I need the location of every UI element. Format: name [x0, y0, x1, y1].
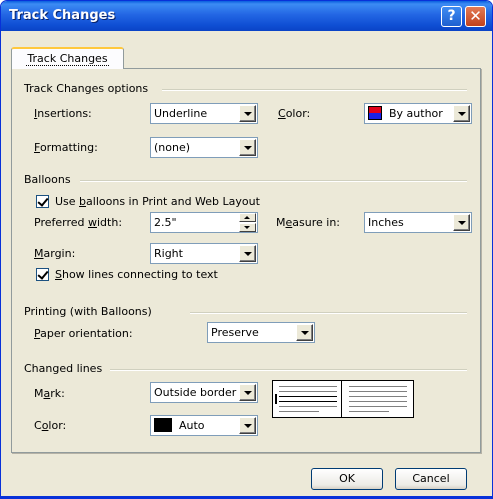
mark-value: Outside border — [154, 386, 237, 399]
color-value: By author — [389, 107, 443, 120]
margin-select[interactable]: Right — [150, 243, 258, 264]
line-color-select[interactable]: Auto — [150, 415, 258, 436]
chevron-down-icon[interactable] — [453, 105, 470, 122]
help-button[interactable]: ? — [441, 6, 462, 27]
chevron-down-icon[interactable] — [239, 139, 256, 156]
measure-in-value: Inches — [368, 216, 404, 229]
cancel-button[interactable]: Cancel — [395, 468, 467, 490]
change-bar-mark — [275, 394, 277, 404]
use-balloons-checkbox[interactable] — [36, 195, 49, 208]
ok-button[interactable]: OK — [311, 468, 383, 490]
cancel-button-label: Cancel — [412, 472, 450, 485]
margin-value: Right — [154, 247, 183, 260]
balloons-heading: Balloons — [24, 173, 71, 186]
insertions-label: Insertions: — [34, 107, 92, 120]
chevron-down-icon[interactable] — [239, 105, 256, 122]
paper-orientation-select[interactable]: Preserve — [207, 322, 315, 343]
chevron-down-icon[interactable] — [239, 245, 256, 262]
insertions-select[interactable]: Underline — [150, 103, 258, 124]
spin-up-icon[interactable] — [239, 213, 256, 222]
paper-orientation-value: Preserve — [211, 326, 259, 339]
preview-divider — [341, 381, 342, 417]
margin-label: Margin: — [34, 247, 76, 260]
preferred-width-label: Preferred width: — [34, 216, 123, 229]
track-options-heading: Track Changes options — [24, 82, 149, 95]
track-options-divider — [162, 89, 467, 91]
line-color-label: Color: — [34, 419, 67, 432]
chevron-down-icon[interactable] — [296, 324, 313, 341]
close-icon: ✕ — [469, 7, 482, 25]
printing-heading: Printing (with Balloons) — [24, 305, 152, 318]
window-title: Track Changes — [9, 8, 116, 23]
preferred-width-value: 2.5" — [154, 216, 177, 229]
mark-label: Mark: — [34, 387, 65, 400]
help-icon: ? — [447, 8, 456, 24]
printing-divider — [190, 312, 467, 314]
color-swatch-icon — [368, 106, 382, 120]
auto-color-swatch-icon — [154, 418, 172, 432]
insertions-value: Underline — [154, 107, 208, 120]
tab-track-changes[interactable]: Track Changes — [11, 47, 124, 69]
track-changes-dialog: Track Changes ? ✕ Track Changes Track Ch… — [0, 0, 493, 499]
preview-page-left — [275, 383, 341, 415]
paper-orientation-label: Paper orientation: — [34, 327, 133, 340]
window-bottom-border — [1, 496, 492, 498]
color-label: Color: — [278, 107, 311, 120]
preferred-width-spinner[interactable]: 2.5" — [150, 212, 258, 233]
chevron-down-icon[interactable] — [239, 417, 256, 434]
mark-select[interactable]: Outside border — [150, 382, 258, 403]
formatting-label: Formatting: — [34, 141, 98, 154]
measure-in-select[interactable]: Inches — [364, 212, 472, 233]
ok-button-label: OK — [339, 472, 355, 485]
changed-lines-preview — [272, 380, 414, 418]
tab-label: Track Changes — [26, 52, 109, 66]
changed-lines-divider — [110, 369, 467, 371]
measure-in-label: Measure in: — [276, 216, 341, 229]
formatting-select[interactable]: (none) — [150, 137, 258, 158]
title-bar[interactable]: Track Changes ? ✕ — [1, 1, 492, 31]
spin-down-icon[interactable] — [239, 223, 256, 232]
balloons-divider — [80, 180, 467, 182]
preview-page-right — [345, 383, 411, 415]
use-balloons-label[interactable]: Use balloons in Print and Web Layout — [55, 195, 260, 208]
show-lines-checkbox[interactable] — [36, 268, 49, 281]
chevron-down-icon[interactable] — [453, 214, 470, 231]
formatting-value: (none) — [154, 141, 191, 154]
show-lines-label[interactable]: Show lines connecting to text — [55, 268, 218, 281]
line-color-value: Auto — [179, 419, 205, 432]
close-button[interactable]: ✕ — [465, 6, 486, 27]
color-select[interactable]: By author — [364, 103, 472, 124]
chevron-down-icon[interactable] — [239, 384, 256, 401]
changed-lines-heading: Changed lines — [24, 362, 103, 375]
tab-panel: Track Changes options Insertions: Underl… — [11, 68, 481, 453]
